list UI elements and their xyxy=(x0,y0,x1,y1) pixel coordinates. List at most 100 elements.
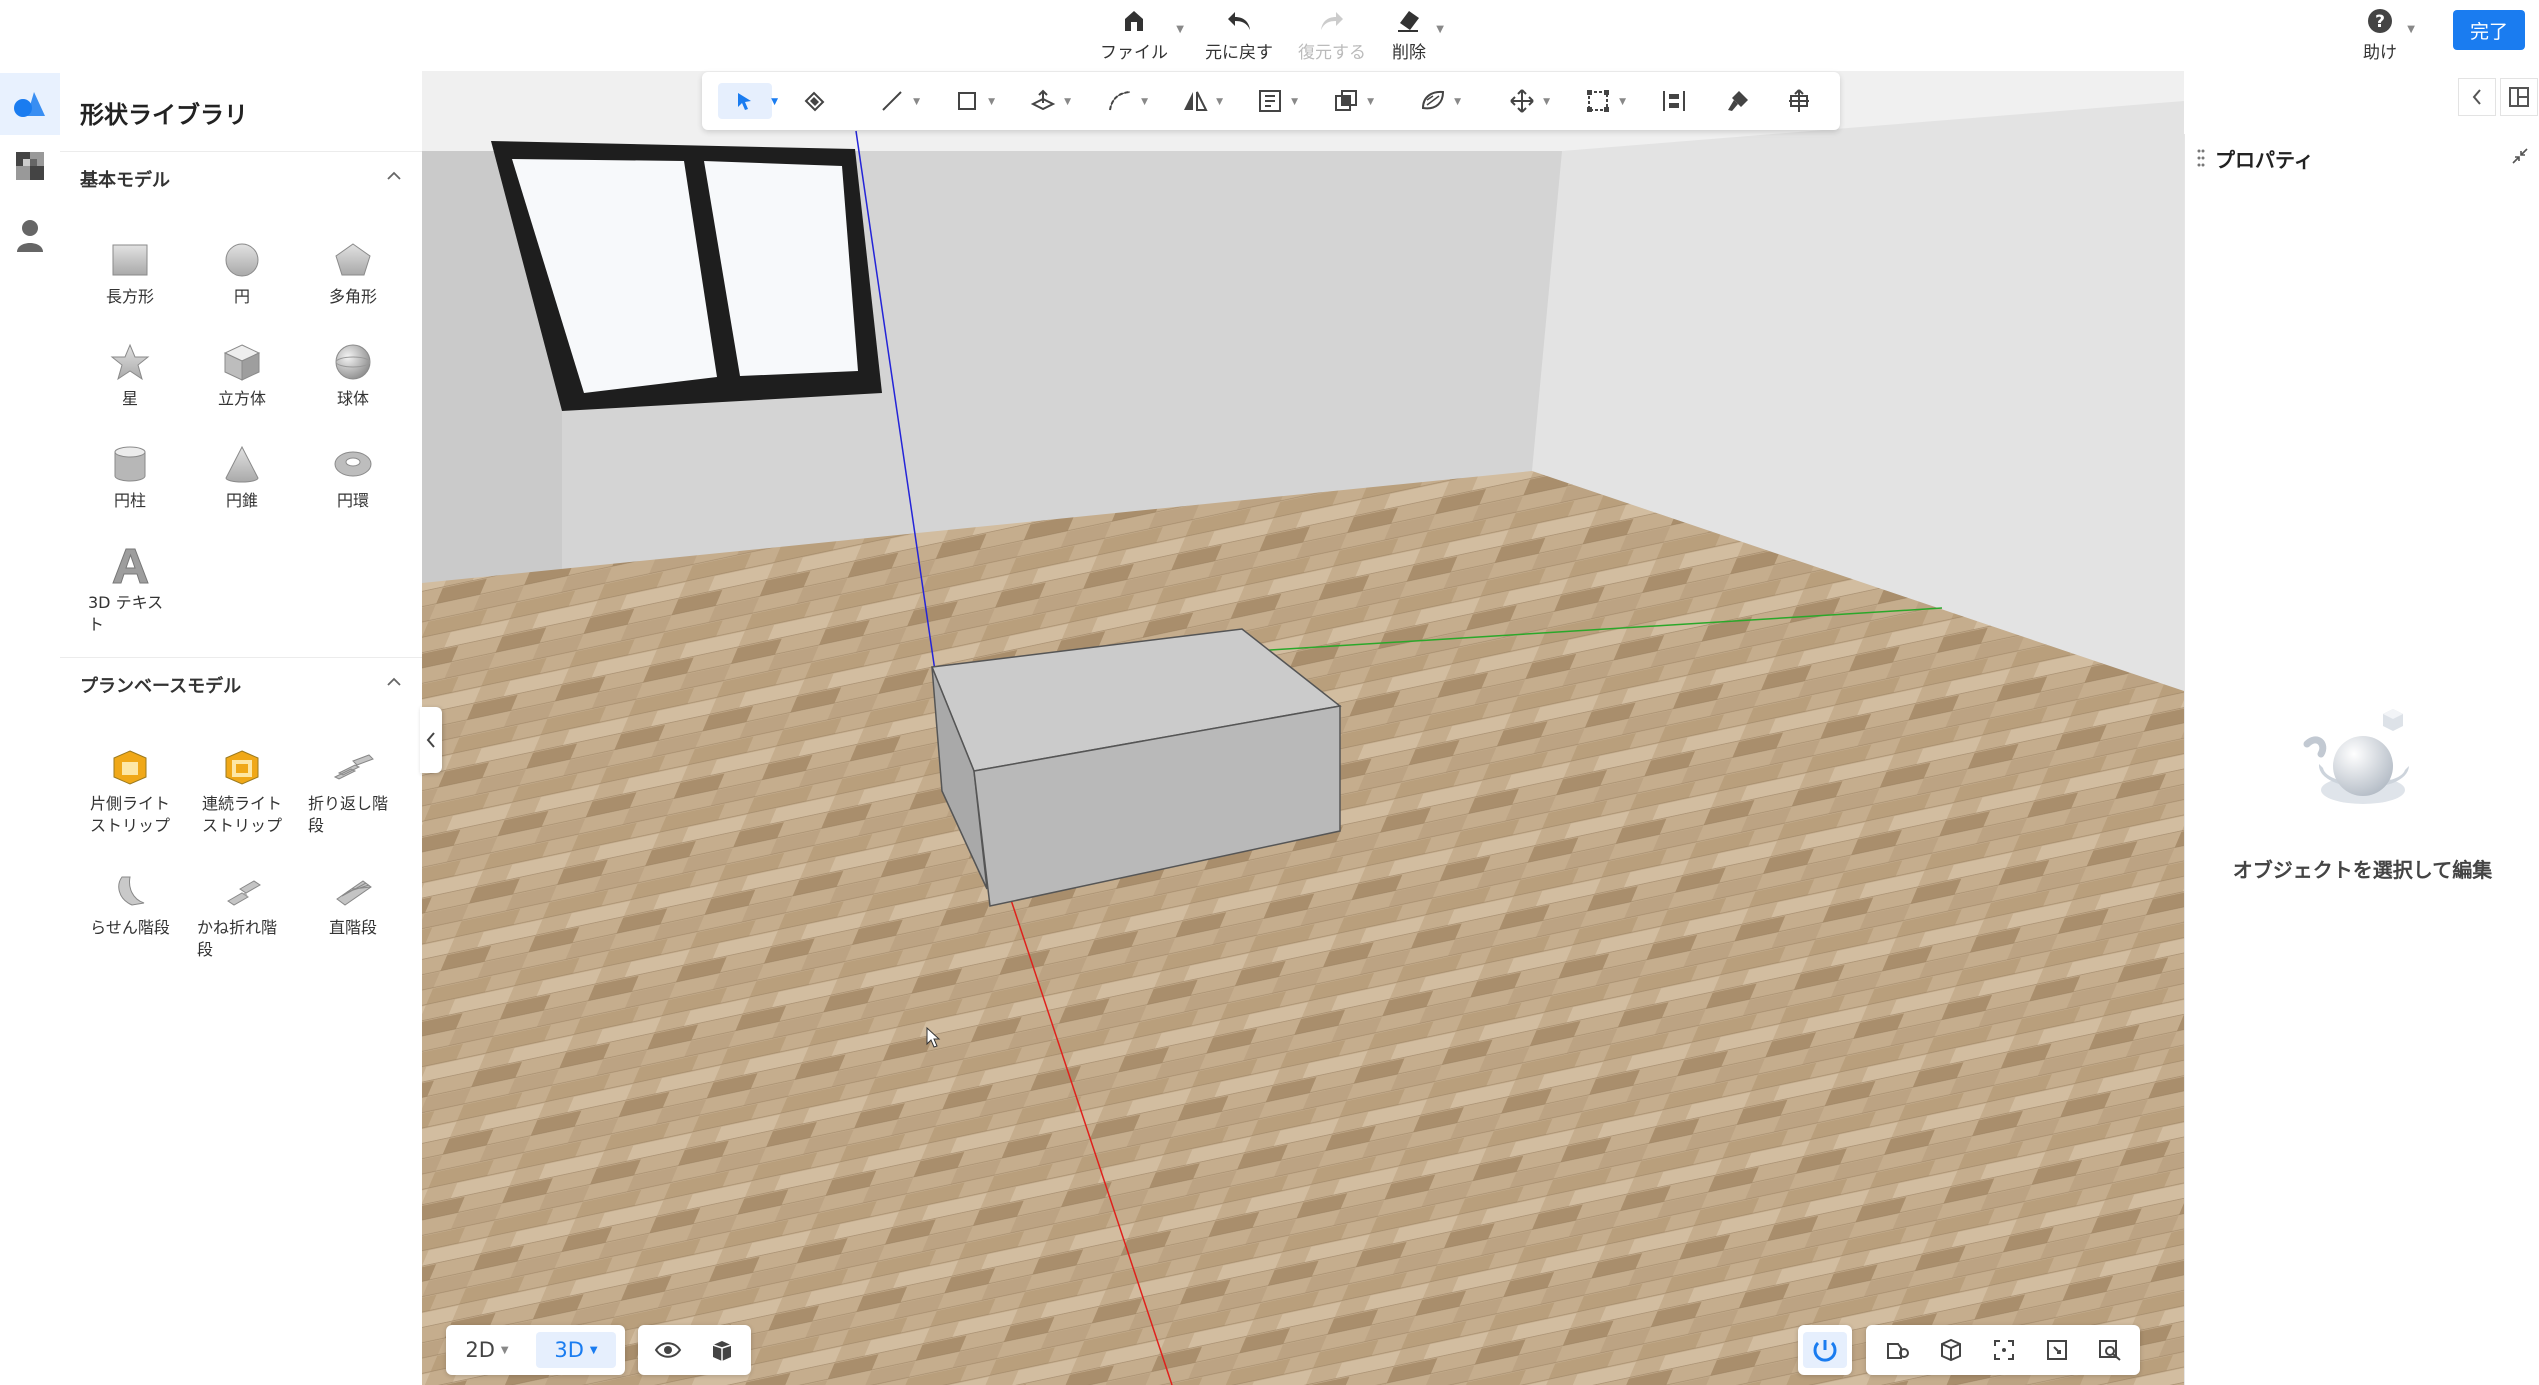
zoom-search-button[interactable] xyxy=(2088,1332,2132,1368)
straight-stairs-icon xyxy=(329,867,377,915)
polygon-shape-icon xyxy=(329,236,377,284)
shape-cone[interactable]: 円錐 xyxy=(187,440,297,512)
chevron-down-icon: ▼ xyxy=(500,1344,509,1356)
view-cube-button[interactable] xyxy=(700,1332,744,1368)
view-2d-button[interactable]: 2D ▼ xyxy=(456,1332,518,1368)
snap-toggle-button[interactable] xyxy=(1803,1332,1847,1368)
zoom-window-button[interactable] xyxy=(2035,1332,2079,1368)
rail-shapes-tab[interactable] xyxy=(0,73,60,135)
scale-tool[interactable]: ▼ xyxy=(1576,83,1626,119)
shape-label: 多角形 xyxy=(328,287,377,306)
eraser-icon xyxy=(1395,4,1423,38)
circle-shape-icon xyxy=(218,236,266,284)
boolean-tool[interactable]: ▼ xyxy=(1324,83,1374,119)
minimize-icon[interactable] xyxy=(2512,148,2528,164)
plan-l-shaped-stairs[interactable]: かね折れ階段 xyxy=(187,867,297,961)
paint-bucket-tool[interactable] xyxy=(792,83,836,119)
properties-panel: プロパティ オブジェクトを選択して編集 xyxy=(2184,134,2539,1385)
visibility-button[interactable] xyxy=(646,1332,690,1368)
file-menu-button[interactable]: ファイル ▼ xyxy=(1100,4,1184,66)
chevron-down-icon: ▼ xyxy=(589,1344,598,1356)
done-button[interactable]: 完了 xyxy=(2453,10,2525,50)
offset-tool[interactable]: ▼ xyxy=(1248,83,1298,119)
shape-circle[interactable]: 円 xyxy=(187,236,297,308)
shape-label: 円柱 xyxy=(113,491,146,510)
user-icon xyxy=(17,220,43,252)
3d-viewport[interactable] xyxy=(422,71,2184,1385)
chevron-down-icon: ▼ xyxy=(1436,24,1444,35)
magnet-icon xyxy=(1813,1340,1837,1362)
plan-single-light-strip[interactable]: 片側ライトストリップ xyxy=(75,743,185,837)
properties-title: プロパティ xyxy=(2215,148,2314,172)
camera-settings-icon xyxy=(1887,1343,1909,1359)
select-tool[interactable]: ▼ xyxy=(718,83,778,119)
chevron-down-icon: ▼ xyxy=(2407,24,2415,35)
scale-icon xyxy=(1587,90,1609,112)
delete-button[interactable]: 削除 ▼ xyxy=(1390,4,1444,66)
sphere-shape-icon xyxy=(329,338,377,386)
shape-label: 円 xyxy=(233,287,250,306)
shape-library-panel: 形状ライブラリ 基本モデル 長方形 円 多角形 星 立方体 球体 円柱 円錐 円… xyxy=(60,71,423,1385)
texture-icon xyxy=(1421,90,1445,110)
collapse-right-panel-button[interactable] xyxy=(2458,78,2496,116)
chevron-up-icon[interactable] xyxy=(386,168,402,184)
paint-tool[interactable] xyxy=(1716,83,1760,119)
star-shape-icon xyxy=(106,338,154,386)
plan-spiral-stairs[interactable]: らせん階段 xyxy=(75,867,185,939)
mirror-icon xyxy=(1184,91,1208,111)
display-options xyxy=(638,1325,751,1375)
camera-settings-button[interactable] xyxy=(1876,1332,1920,1368)
select-arrow-icon xyxy=(738,93,751,110)
shape-polygon[interactable]: 多角形 xyxy=(298,236,408,308)
shape-rectangle[interactable]: 長方形 xyxy=(75,236,185,308)
shape-label: 片側ライトストリップ xyxy=(89,794,170,835)
help-button[interactable]: ? 助け ▼ xyxy=(2361,4,2415,66)
plan-straight-stairs[interactable]: 直階段 xyxy=(298,867,408,939)
arc-tool[interactable]: ▼ xyxy=(1098,83,1148,119)
svg-text:?: ? xyxy=(2375,12,2385,32)
collapse-library-button[interactable] xyxy=(420,707,442,773)
l-stairs-icon xyxy=(218,867,266,915)
mirror-tool[interactable]: ▼ xyxy=(1173,83,1223,119)
fit-view-button[interactable] xyxy=(1982,1332,2026,1368)
camera-controls xyxy=(1866,1325,2140,1375)
shape-cube[interactable]: 立方体 xyxy=(187,338,297,410)
drag-handle-icon[interactable] xyxy=(2197,148,2205,168)
rotate-tool[interactable] xyxy=(1777,83,1821,119)
line-tool[interactable]: ▼ xyxy=(870,83,920,119)
undo-button[interactable]: 元に戻す xyxy=(1204,4,1274,66)
paint-bucket-icon xyxy=(804,91,825,112)
shape-sphere[interactable]: 球体 xyxy=(298,338,408,410)
cone-shape-icon xyxy=(218,440,266,488)
move-icon xyxy=(1510,89,1534,113)
rectangle-tool[interactable]: ▼ xyxy=(945,83,995,119)
align-tool[interactable] xyxy=(1652,83,1696,119)
shape-3d-text[interactable]: 3D テキスト xyxy=(75,542,185,636)
rail-materials-tab[interactable] xyxy=(0,135,60,197)
shape-star[interactable]: 星 xyxy=(75,338,185,410)
divider xyxy=(60,657,422,658)
shape-label: 円環 xyxy=(336,491,369,510)
push-pull-tool[interactable]: ▼ xyxy=(1021,83,1071,119)
view-3d-button[interactable]: 3D ▼ xyxy=(536,1332,616,1368)
plan-switchback-stairs[interactable]: 折り返し階段 xyxy=(298,743,408,837)
rectangle-shape-icon xyxy=(106,236,154,284)
checker-icon xyxy=(16,152,44,180)
plan-continuous-light-strip[interactable]: 連続ライトストリップ xyxy=(187,743,297,837)
left-rail xyxy=(0,71,61,1385)
3d-view-button[interactable] xyxy=(1929,1332,1973,1368)
view-3d-label: 3D xyxy=(554,1338,584,1362)
light-strip-icon xyxy=(106,743,154,791)
rectangle-icon xyxy=(958,92,976,110)
shape-torus[interactable]: 円環 xyxy=(298,440,408,512)
shape-cylinder[interactable]: 円柱 xyxy=(75,440,185,512)
rail-user-tab[interactable] xyxy=(0,205,60,267)
redo-button[interactable]: 復元する xyxy=(1297,4,1367,66)
help-icon: ? xyxy=(2367,4,2393,38)
texture-tool[interactable]: ▼ xyxy=(1411,83,1461,119)
move-tool[interactable]: ▼ xyxy=(1500,83,1550,119)
layout-toggle-button[interactable] xyxy=(2500,78,2538,116)
chevron-left-icon xyxy=(2472,89,2481,105)
top-toolbar: ファイル ▼ 元に戻す 復元する 削除 ▼ ? 助け ▼ 完了 xyxy=(0,0,2539,71)
chevron-up-icon[interactable] xyxy=(386,674,402,690)
